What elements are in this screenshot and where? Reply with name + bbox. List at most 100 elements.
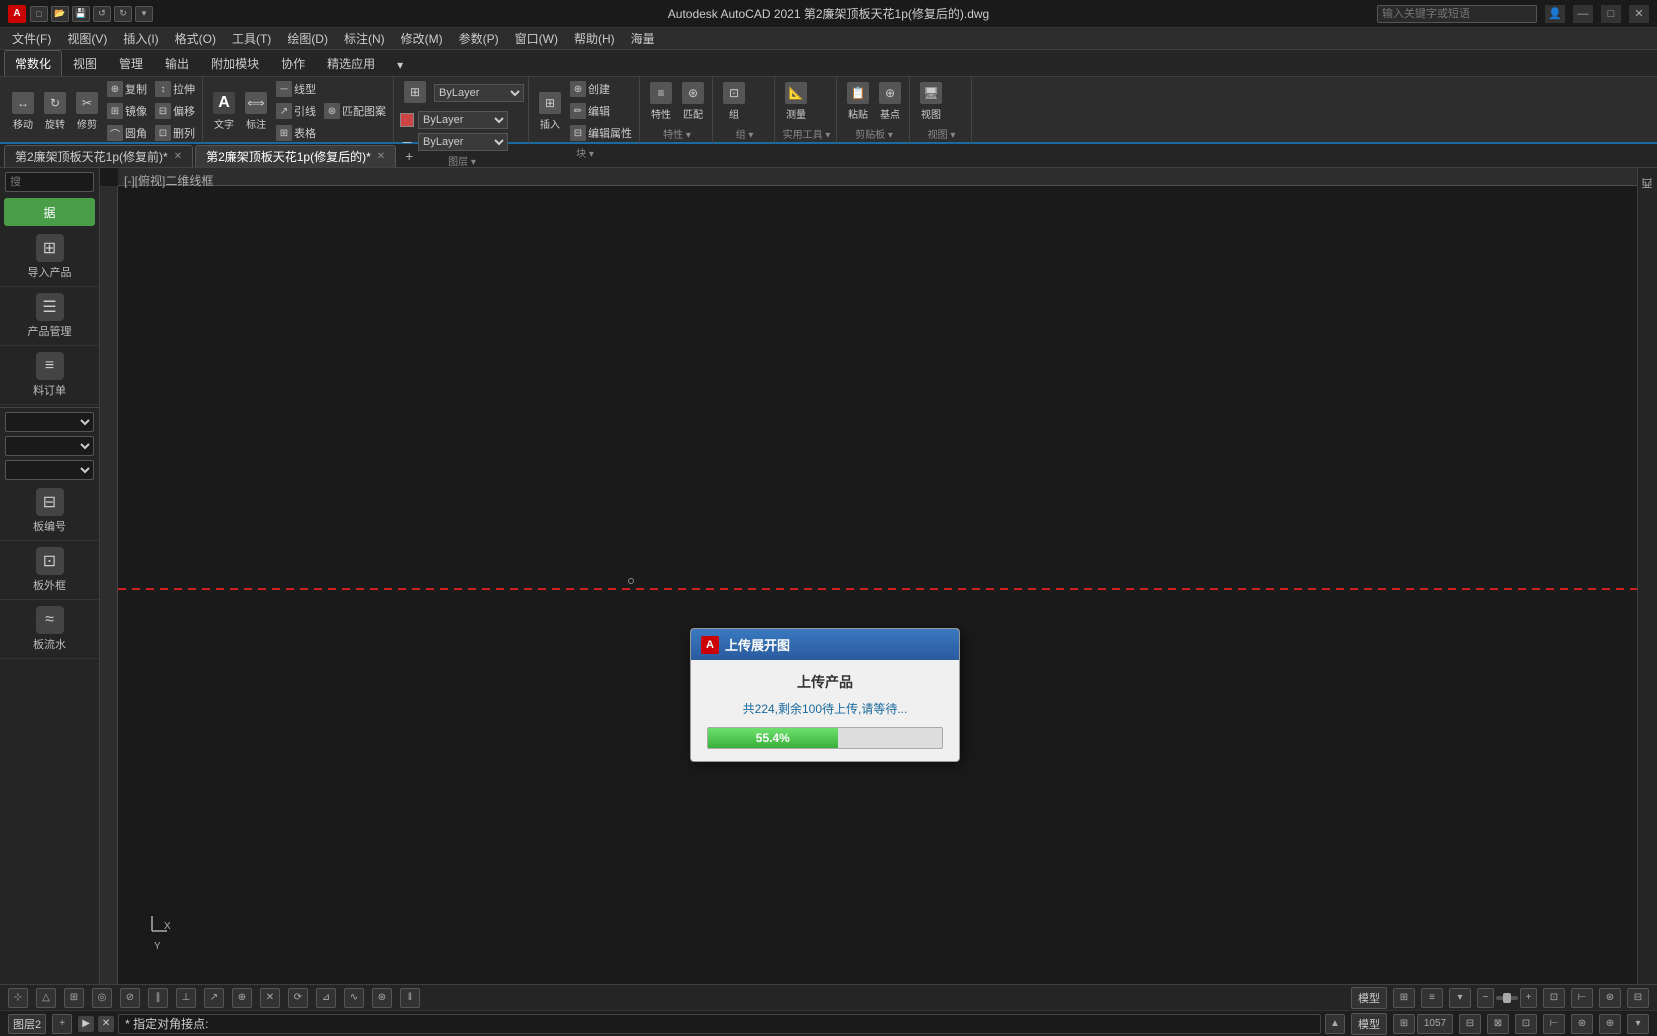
model-btn[interactable]: 模型 xyxy=(1351,987,1387,1009)
menu-format[interactable]: 格式(O) xyxy=(167,28,224,50)
snap-btn-10[interactable]: ✕ xyxy=(260,988,280,1008)
color-dropdown[interactable]: ByLayer xyxy=(418,111,508,129)
layout-dropdown-btn[interactable]: ▾ xyxy=(1449,988,1471,1008)
status-icon-4[interactable]: ⊢ xyxy=(1543,1014,1565,1034)
layout-list-btn[interactable]: ≡ xyxy=(1421,988,1443,1008)
ribbon-tab-apps[interactable]: 精选应用 xyxy=(316,50,386,76)
drawing-canvas[interactable] xyxy=(118,208,1637,984)
menu-tools[interactable]: 工具(T) xyxy=(224,28,279,50)
dropdown-btn[interactable]: ▾ xyxy=(135,6,153,22)
ribbon-btn-basepoint[interactable]: ⊕ 基点 xyxy=(875,80,905,123)
sidebar-select-2[interactable] xyxy=(5,436,94,456)
ribbon-btn-leader[interactable]: ↗ 引线 xyxy=(273,101,319,121)
ribbon-btn-fillet[interactable]: ⌒ 圆角 xyxy=(104,123,150,143)
ribbon-btn-stretch[interactable]: ↕ 拉伸 xyxy=(152,79,198,99)
doc-tab-1[interactable]: 第2廉架顶板天花1p(修复前)* ✕ xyxy=(4,145,193,167)
menu-modify[interactable]: 修改(M) xyxy=(393,28,451,50)
menu-extra[interactable]: 海量 xyxy=(623,28,663,50)
ribbon-btn-move[interactable]: ↔ 移动 xyxy=(8,90,38,133)
ribbon-btn-properties[interactable]: ≡ 特性 xyxy=(646,80,676,123)
layer-dropdown[interactable]: ByLayer xyxy=(434,84,524,102)
menu-params[interactable]: 参数(P) xyxy=(451,28,507,50)
snap-btn-8[interactable]: ↗ xyxy=(204,988,224,1008)
title-search-input[interactable] xyxy=(1377,5,1537,23)
ribbon-btn-measure[interactable]: 📐 测量 xyxy=(781,80,811,123)
ribbon-tab-collaborate[interactable]: 协作 xyxy=(270,50,316,76)
user-icon[interactable]: 👤 xyxy=(1545,5,1565,23)
snap-btn-7[interactable]: ⊥ xyxy=(176,988,196,1008)
ribbon-btn-layer-props[interactable]: ⊞ xyxy=(400,79,430,107)
command-icon[interactable]: ▶ xyxy=(78,1016,94,1032)
linetype-dropdown[interactable]: ByLayer xyxy=(418,133,508,151)
doc-tab-2[interactable]: 第2廉架顶板天花1p(修复后的)* ✕ xyxy=(195,145,396,167)
snap-btn-3[interactable]: ⊞ xyxy=(64,988,84,1008)
sidebar-item-import-product[interactable]: ⊞ 导入产品 xyxy=(0,228,99,287)
sidebar-select-3[interactable] xyxy=(5,460,94,480)
undo-btn[interactable]: ↺ xyxy=(93,6,111,22)
ribbon-btn-edit-block[interactable]: ✏ 编辑 xyxy=(567,101,635,121)
ribbon-btn-trim[interactable]: ✂ 修剪 xyxy=(72,90,102,133)
snap-btn-14[interactable]: ⊛ xyxy=(372,988,392,1008)
menu-help[interactable]: 帮助(H) xyxy=(566,28,623,50)
sidebar-select-1[interactable] xyxy=(5,412,94,432)
status-icon-6[interactable]: ⊕ xyxy=(1599,1014,1621,1034)
canvas-area[interactable]: [-][俯视]二维线框 A 上传展开图 上传产品 共224,剩余100待上传,请… xyxy=(100,168,1637,984)
status-icon-1[interactable]: ⊟ xyxy=(1459,1014,1481,1034)
ribbon-btn-matchprops[interactable]: ⊛ 匹配 xyxy=(678,80,708,123)
snap-btn-12[interactable]: ⊿ xyxy=(316,988,336,1008)
status-icon-3[interactable]: ⊡ xyxy=(1515,1014,1537,1034)
sidebar-item-order[interactable]: ≡ 料订单 xyxy=(0,346,99,405)
ribbon-btn-insert[interactable]: ⊞ 插入 xyxy=(535,90,565,133)
ribbon-tab-more[interactable]: ▾ xyxy=(386,53,414,76)
grid-btn[interactable]: ⊞ xyxy=(1393,1014,1415,1034)
ribbon-tab-home[interactable]: 常数化 xyxy=(4,50,62,76)
ribbon-btn-array[interactable]: ⊡ 删列 xyxy=(152,123,198,143)
menu-annotate[interactable]: 标注(N) xyxy=(336,28,393,50)
snap-btn-5[interactable]: ⊘ xyxy=(120,988,140,1008)
ribbon-btn-text[interactable]: A 文字 xyxy=(209,90,239,133)
model-mode-btn[interactable]: 模型 xyxy=(1351,1013,1387,1035)
ribbon-tab-output[interactable]: 输出 xyxy=(154,50,200,76)
color-swatch[interactable] xyxy=(400,113,414,127)
minimize-btn[interactable]: — xyxy=(1573,5,1593,23)
status-icon-2[interactable]: ⊠ xyxy=(1487,1014,1509,1034)
zoom-out-btn[interactable]: − xyxy=(1477,988,1494,1008)
ribbon-btn-mirror[interactable]: ⊞ 镜像 xyxy=(104,101,150,121)
menu-view[interactable]: 视图(V) xyxy=(59,28,115,50)
status-icon-5[interactable]: ⊛ xyxy=(1571,1014,1593,1034)
doc-tab-add[interactable]: + xyxy=(398,145,420,167)
zoom-in-btn[interactable]: + xyxy=(1520,988,1537,1008)
snap-btn-13[interactable]: ∿ xyxy=(344,988,364,1008)
save-btn[interactable]: 💾 xyxy=(72,6,90,22)
menu-draw[interactable]: 绘图(D) xyxy=(279,28,336,50)
ribbon-tab-manage[interactable]: 管理 xyxy=(108,50,154,76)
ribbon-btn-copy[interactable]: ⊕ 复制 xyxy=(104,79,150,99)
close-btn[interactable]: ✕ xyxy=(1629,5,1649,23)
sidebar-item-board-flow[interactable]: ≈ 板流水 xyxy=(0,600,99,659)
ribbon-btn-create-block[interactable]: ⊕ 创建 xyxy=(567,79,635,99)
command-icon-2[interactable]: ✕ xyxy=(98,1016,114,1032)
workspace-settings-btn[interactable]: ⊛ xyxy=(1599,988,1621,1008)
annotate-scale-btn[interactable]: ⊢ xyxy=(1571,988,1593,1008)
ribbon-btn-group[interactable]: ⊡ 组 xyxy=(719,80,749,123)
snap-btn-9[interactable]: ⊕ xyxy=(232,988,252,1008)
ui-btn[interactable]: ⊟ xyxy=(1627,988,1649,1008)
menu-file[interactable]: 文件(F) xyxy=(4,28,59,50)
sidebar-item-product-manage[interactable]: ☰ 产品管理 xyxy=(0,287,99,346)
new-btn[interactable]: □ xyxy=(30,6,48,22)
sidebar-item-board-frame[interactable]: ⊡ 板外框 xyxy=(0,541,99,600)
snap-btn-4[interactable]: ◎ xyxy=(92,988,112,1008)
snap-btn-2[interactable]: △ xyxy=(36,988,56,1008)
open-btn[interactable]: 📂 xyxy=(51,6,69,22)
ribbon-btn-rotate[interactable]: ↻ 旋转 xyxy=(40,90,70,133)
doc-tab-2-close[interactable]: ✕ xyxy=(377,151,385,162)
zoom-slider[interactable] xyxy=(1496,996,1518,1000)
ribbon-btn-view-right[interactable]: 🖥 视图 xyxy=(916,80,946,123)
snap-btn-15[interactable]: ‖ xyxy=(400,988,420,1008)
ribbon-btn-paste[interactable]: 📋 粘贴 xyxy=(843,80,873,123)
ribbon-btn-dimension[interactable]: ⟺ 标注 xyxy=(241,90,271,133)
snap-btn-11[interactable]: ⟳ xyxy=(288,988,308,1008)
maximize-btn[interactable]: □ xyxy=(1601,5,1621,23)
ribbon-tab-addins[interactable]: 附加模块 xyxy=(200,50,270,76)
ribbon-btn-matchprop[interactable]: ⊛ 匹配图案 xyxy=(321,101,389,121)
